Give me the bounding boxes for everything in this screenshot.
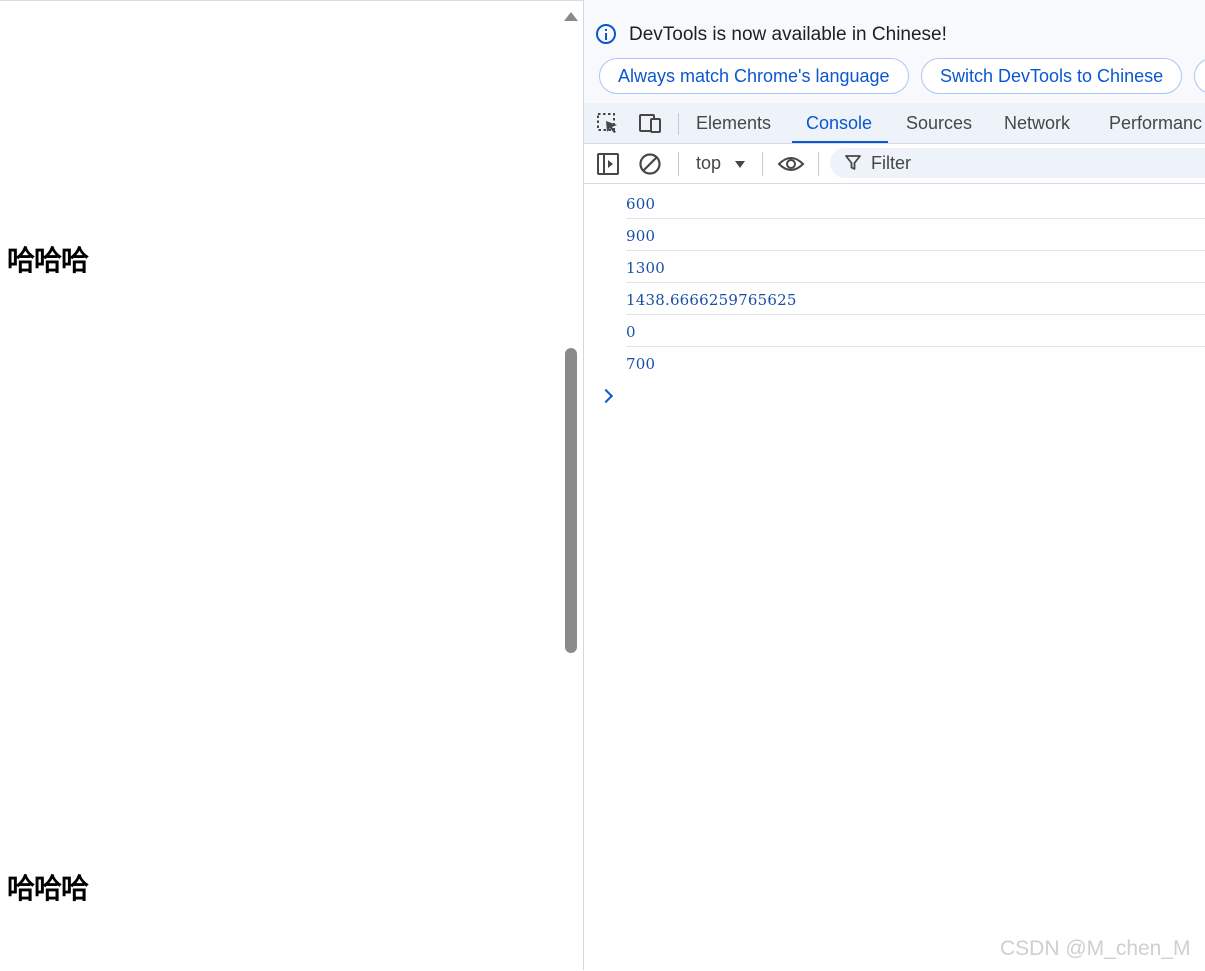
toolbar-separator [762,152,763,176]
device-toolbar-icon[interactable] [638,112,662,134]
inspected-page: 哈哈哈 哈哈哈 [0,0,583,971]
infobar-more-button[interactable] [1194,58,1205,94]
console-log-value: 0 [626,323,636,341]
console-output: 600 900 1300 1438.6666259765625 0 700 [584,184,1205,970]
sidebar-toggle-icon[interactable] [596,153,620,175]
console-log-row: 900 [626,219,1205,251]
page-scroll-thumb[interactable] [565,348,577,653]
toolbar-separator [818,152,819,176]
console-toolbar: top Filter [584,144,1205,184]
watermark: CSDN @M_chen_M [1000,937,1191,960]
tab-console[interactable]: Console [791,103,889,143]
console-log-value: 600 [626,195,656,213]
toolbar-separator [678,152,679,176]
info-icon [596,24,616,44]
tab-performance[interactable]: Performanc [1109,103,1202,143]
infobar-message: DevTools is now available in Chinese! [629,24,947,45]
devtools-panel: DevTools is now available in Chinese! Al… [584,0,1205,970]
console-log-row: 0 [626,315,1205,347]
console-log-value: 1438.6666259765625 [626,291,797,309]
console-log-value: 1300 [626,259,665,277]
switch-to-chinese-button[interactable]: Switch DevTools to Chinese [921,58,1182,94]
console-log-value: 900 [626,227,656,245]
clear-console-icon[interactable] [638,153,662,175]
context-dropdown-arrow-icon[interactable] [735,161,745,168]
devtools-tabbar: Elements Console Sources Network Perform… [584,103,1205,144]
console-log-row: 700 [626,347,1205,379]
console-log-row: 1438.6666259765625 [626,283,1205,315]
language-infobar: DevTools is now available in Chinese! Al… [584,0,1205,103]
filter-input[interactable]: Filter [830,148,1205,178]
tab-elements[interactable]: Elements [696,103,771,143]
always-match-language-button[interactable]: Always match Chrome's language [599,58,909,94]
console-prompt-chevron-icon[interactable] [598,388,614,404]
live-expression-eye-icon[interactable] [777,153,805,175]
context-selector[interactable]: top [696,153,721,174]
filter-funnel-icon [845,155,861,170]
filter-placeholder: Filter [871,153,911,173]
scroll-up-arrow-icon[interactable] [564,12,578,21]
tab-network[interactable]: Network [1004,103,1070,143]
tabbar-separator [678,113,679,135]
console-log-value: 700 [626,355,656,373]
tab-sources[interactable]: Sources [906,103,972,143]
inspect-element-icon[interactable] [596,112,620,134]
console-log-row: 1300 [626,251,1205,283]
console-log-row: 600 [626,187,1205,219]
page-heading-2: 哈哈哈 [7,872,89,905]
page-heading-1: 哈哈哈 [7,244,89,277]
